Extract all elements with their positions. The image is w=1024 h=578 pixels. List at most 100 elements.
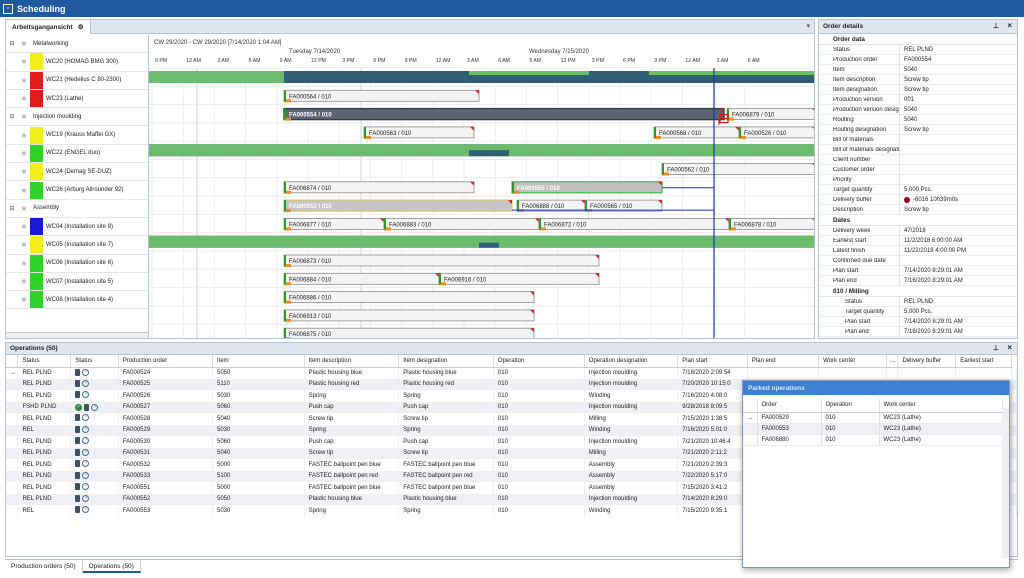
timeline-area[interactable]: CW 29/2020 - CW 29/2020 [7/14/2020 1:04 … [149,35,815,339]
operation-bar[interactable]: FA006879 / 010 [726,108,815,121]
details-value-text: Screw tip [904,206,929,213]
star-icon[interactable]: ★ [18,295,30,304]
tab-arbeitsgangansicht[interactable]: Arbeitsgangansicht ⚙ [6,20,91,34]
star-icon[interactable]: ★ [18,94,30,103]
collapse-icon[interactable]: ⊟ [6,113,18,120]
work-center-row[interactable]: ★ WC21 (Hedelius C 80-2300) [6,71,148,90]
column-header[interactable]: Status [70,355,119,368]
parked-title[interactable]: Parked operations [743,381,1009,395]
work-center-row[interactable]: ★ WC06 (Installation site 6) [6,254,148,273]
operation-bar[interactable]: FA000564 / 010 [283,89,480,103]
gantt-chart[interactable]: CW 29/2020 - CW 29/2020 [7/14/2020 1:04 … [149,35,815,339]
collapse-icon[interactable]: ⊟ [6,40,18,47]
column-header[interactable]: Delivery buffer [897,355,957,368]
table-cell [1011,505,1017,517]
star-icon[interactable]: ★ [18,259,30,268]
details-value-text: 001 [904,96,915,103]
column-header[interactable]: Plan end [747,355,820,368]
operation-bar[interactable]: FA006877 / 010 [283,217,385,231]
column-header[interactable]: Status [17,355,72,368]
star-icon[interactable]: ★ [18,39,30,48]
document-icon [75,437,81,445]
bottom-tab[interactable]: Operations (50) [82,560,141,573]
work-center-row[interactable]: ★ WC08 (Installation site 4) [6,291,148,310]
star-icon[interactable]: ★ [18,149,30,158]
star-icon[interactable]: ★ [18,112,30,121]
star-icon[interactable]: ★ [18,204,30,213]
operation-bar[interactable]: FA006875 / 010 [283,327,535,339]
collapse-icon[interactable]: ⊟ [6,205,18,212]
column-header[interactable]: ... [886,355,899,368]
star-icon[interactable]: ★ [18,186,30,195]
star-icon[interactable]: ★ [18,277,30,286]
table-cell: FASTEC ballpoint pen red [304,470,400,482]
work-center-row[interactable]: ★ WC04 (Installation site 8) [6,218,148,237]
operation-bar[interactable]: FA000555 / 010 [511,181,663,194]
operation-bar[interactable]: FA006883 / 010 [383,217,540,231]
star-icon[interactable]: ★ [18,167,30,176]
operation-bar[interactable]: FA000563 / 010 [363,126,475,139]
star-icon[interactable]: ★ [18,57,30,66]
operation-bar[interactable]: FA000562 / 010 [661,163,815,176]
table-row[interactable]: → REL PLND ◔ FA000524 5050 Plastic housing bl… [6,367,1017,379]
work-center-row[interactable]: ★ WC24 (Demag SE-DUZ) [6,163,148,182]
table-row[interactable]: FA000553 010 WC23 (Lathe) [743,423,1003,435]
column-header[interactable]: Work center [879,399,1003,413]
column-header[interactable]: Earliest start [955,355,1012,368]
work-center-row[interactable]: ★ WC20 (HOMAG BMG 300) [6,53,148,72]
operation-bar[interactable]: FA006913 / 010 [283,309,535,322]
group-row[interactable]: ⊟ ★ Assembly [6,200,148,218]
column-header[interactable]: Item designation [398,355,494,368]
clock-icon: ◔ [82,494,90,502]
pin-icon[interactable]: ⊥ [993,344,999,352]
operation-bar[interactable]: FA006884 / 010 [283,272,440,286]
close-icon[interactable]: × [1007,21,1012,30]
work-center-row[interactable]: ★ WC19 (Krauss Maffei GX) [6,126,148,145]
details-value-text: 5,000 Pcs. [904,186,933,193]
group-row[interactable]: ⊟ ★ Injection moulding [6,108,148,127]
column-header[interactable]: Operation [821,399,880,413]
operation-bar[interactable]: FA000526 / 010 [738,126,815,139]
star-icon[interactable]: ★ [18,76,30,85]
work-center-row[interactable]: ★ WC05 (Installation site 7) [6,236,148,255]
operation-bar[interactable]: FA000568 / 010 [653,126,740,139]
horizontal-scrollbar[interactable] [6,332,148,338]
star-icon[interactable]: ★ [18,240,30,249]
clock-icon: ◔ [91,403,99,411]
bottom-tab[interactable]: Production orders (50) [5,560,83,573]
pin-icon[interactable]: ⊥ [993,22,999,30]
column-header[interactable]: Work center [818,355,887,368]
column-header[interactable]: Item description [304,355,400,368]
column-header[interactable]: Order [757,399,822,413]
work-center-row[interactable]: ★ WC22 (ENGEL duo) [6,144,148,164]
operation-bar[interactable]: FA006916 / 010 [438,272,600,286]
table-row[interactable]: → FA000529 010 WC23 (Lathe) [743,412,1003,424]
table-cell: FA000552 [118,493,213,505]
operation-bar[interactable]: FA006878 / 010 [728,217,815,231]
details-section-title[interactable]: 010 / Milling [819,286,1017,297]
work-center-row[interactable]: ★ WC26 (Arburg Allrounder 92) [6,181,148,200]
operation-bar[interactable]: FA000554 / 010 [283,107,725,121]
operation-bar[interactable]: FA000552 / 010 [283,199,513,213]
operation-bar[interactable]: FA006886 / 010 [283,291,535,304]
table-cell: Spring [398,390,494,402]
column-header[interactable]: Plan start [677,355,748,368]
column-header[interactable]: Operation designation [584,355,679,368]
gear-icon[interactable]: ⚙ [78,23,84,31]
vertical-scrollbar[interactable] [1002,408,1009,558]
group-row[interactable]: ⊟ ★ Metalworking [6,35,148,54]
operation-bar[interactable]: FA006873 / 010 [283,254,600,267]
operation-bar[interactable]: FA006872 / 010 [538,217,730,231]
column-header[interactable]: Operation [493,355,585,368]
star-icon[interactable]: ★ [18,131,30,140]
chevron-down-icon[interactable]: ▾ [806,22,810,30]
column-header[interactable]: Item [212,355,305,368]
table-row[interactable]: FA006880 010 WC23 (Lathe) [743,434,1003,446]
column-header[interactable]: Production order [118,355,213,368]
work-center-row[interactable]: ★ WC07 (Installation site 5) [6,273,148,292]
operation-bar[interactable]: FA006874 / 010 [283,181,475,194]
star-icon[interactable]: ★ [18,222,30,231]
row-indicator [6,401,19,413]
close-icon[interactable]: × [1007,343,1012,352]
work-center-row[interactable]: ★ WC23 (Lathe) [6,90,148,109]
